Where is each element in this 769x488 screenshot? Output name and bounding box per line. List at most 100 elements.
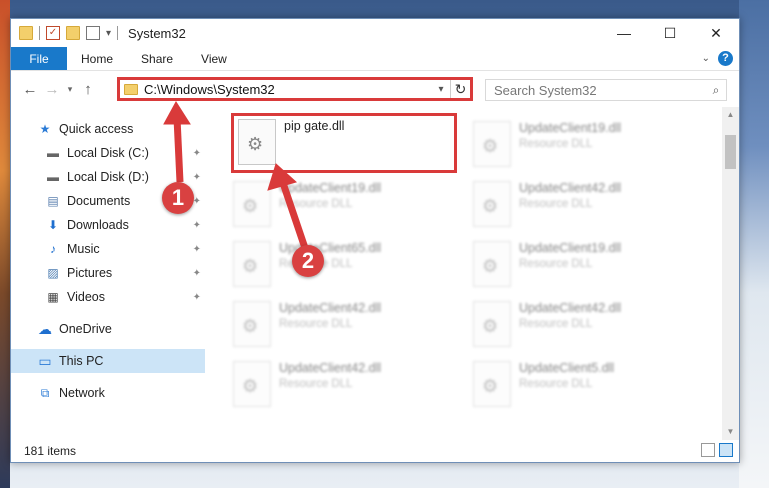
pin-icon[interactable]: ✦ — [193, 148, 201, 159]
sidebar-item-label: Network — [59, 386, 105, 400]
sidebar-item-quick-access[interactable]: ★ Quick access — [11, 117, 205, 141]
chevron-down-icon[interactable]: ▾ — [106, 28, 111, 39]
dll-file-icon — [473, 121, 511, 167]
help-icon[interactable]: ? — [718, 51, 733, 66]
back-button[interactable]: ← — [19, 78, 41, 100]
drive-icon: ▬ — [47, 146, 59, 160]
sidebar-item-label: Local Disk (C:) — [67, 146, 149, 160]
file-type: Resource DLL — [279, 378, 353, 390]
main-pane: ★ Quick access ▬ Local Disk (C:) ✦ ▬ Loc… — [11, 107, 739, 440]
address-path[interactable]: C:\Windows\System32 — [144, 82, 432, 97]
file-item[interactable]: UpdateClient19.dll Resource DLL — [473, 241, 673, 291]
tab-share[interactable]: Share — [127, 47, 187, 70]
computer-icon: ▭ — [38, 352, 52, 369]
vertical-scrollbar[interactable]: ▲ ▼ — [722, 107, 739, 440]
desktop-background-right — [739, 0, 769, 488]
details-view-icon[interactable] — [701, 443, 715, 457]
dll-file-icon — [238, 119, 276, 165]
download-icon: ⬇ — [47, 218, 59, 232]
window-title: System32 — [128, 25, 186, 41]
file-item[interactable]: UpdateClient65.dll Resource DLL — [233, 241, 433, 291]
callout-number-1: 1 — [162, 182, 194, 214]
large-icons-view-icon[interactable] — [719, 443, 733, 457]
folder-icon — [124, 83, 138, 95]
pin-icon[interactable]: ✦ — [193, 292, 201, 303]
sidebar-item-label: Pictures — [67, 266, 113, 280]
expand-ribbon-icon[interactable]: ⌄ — [702, 53, 710, 64]
callout-number-2: 2 — [292, 245, 324, 277]
sidebar-item-label: This PC — [59, 354, 104, 368]
search-icon: ⌕ — [712, 82, 720, 97]
dll-file-icon — [233, 241, 271, 287]
tab-file[interactable]: File — [11, 47, 67, 70]
search-input[interactable]: Search System32 — [494, 83, 706, 98]
file-name: UpdateClient5.dll — [519, 361, 615, 375]
pictures-icon: ▨ — [47, 266, 59, 280]
address-bar[interactable]: C:\Windows\System32 ▾ ↻ — [117, 77, 473, 101]
sidebar-item-label: Documents — [67, 194, 131, 208]
sidebar-item-music[interactable]: ♪ Music ✦ — [11, 237, 205, 261]
status-bar: 181 items — [11, 440, 739, 462]
file-item-pip-gate[interactable]: pip gate.dll — [231, 113, 457, 173]
tab-home[interactable]: Home — [67, 47, 127, 70]
pin-icon[interactable]: ✦ — [193, 268, 201, 279]
ribbon-tabs: File Home Share View ⌄ ? — [11, 47, 739, 71]
music-icon: ♪ — [50, 242, 56, 256]
search-box[interactable]: Search System32 ⌕ — [485, 79, 727, 101]
file-item[interactable]: UpdateClient42.dll Resource DLL — [473, 301, 673, 351]
sidebar-item-local-disk-c[interactable]: ▬ Local Disk (C:) ✦ — [11, 141, 205, 165]
file-explorer-window: ✓ ▾ System32 — ☐ ✕ File Home Share View … — [10, 18, 740, 463]
dll-file-icon — [473, 301, 511, 347]
sidebar-item-label: Videos — [67, 290, 105, 304]
sidebar-item-label: Local Disk (D:) — [67, 170, 149, 184]
file-type: Resource DLL — [279, 318, 353, 330]
up-button[interactable]: ↑ — [77, 78, 99, 100]
sidebar-item-onedrive[interactable]: ☁ OneDrive — [11, 317, 205, 341]
properties-check-icon[interactable]: ✓ — [46, 26, 60, 40]
file-item[interactable]: UpdateClient42.dll Resource DLL — [233, 361, 433, 411]
pin-icon[interactable]: ✦ — [193, 244, 201, 255]
address-dropdown-icon[interactable]: ▾ — [432, 84, 450, 95]
sidebar-item-videos[interactable]: ▦ Videos ✦ — [11, 285, 205, 309]
sidebar-item-downloads[interactable]: ⬇ Downloads ✦ — [11, 213, 205, 237]
file-item[interactable]: UpdateClient5.dll Resource DLL — [473, 361, 673, 411]
divider — [39, 26, 40, 40]
maximize-button[interactable]: ☐ — [647, 19, 693, 47]
videos-icon: ▦ — [47, 290, 59, 304]
forward-button[interactable]: → — [41, 78, 63, 100]
close-button[interactable]: ✕ — [693, 19, 739, 47]
sidebar-item-label: Music — [67, 242, 100, 256]
sidebar-item-pictures[interactable]: ▨ Pictures ✦ — [11, 261, 205, 285]
refresh-icon[interactable]: ↻ — [450, 80, 470, 98]
pin-icon[interactable]: ✦ — [193, 172, 201, 183]
scrollbar-thumb[interactable] — [725, 135, 736, 169]
scroll-up-icon[interactable]: ▲ — [722, 107, 739, 123]
star-icon: ★ — [39, 122, 51, 136]
dll-file-icon — [233, 361, 271, 407]
network-icon: ⧉ — [40, 385, 50, 400]
item-count: 181 items — [24, 444, 77, 458]
tab-view[interactable]: View — [187, 47, 241, 70]
pin-icon[interactable]: ✦ — [193, 220, 201, 231]
new-folder-icon[interactable] — [66, 26, 80, 40]
file-item[interactable]: UpdateClient42.dll Resource DLL — [233, 301, 433, 351]
recent-locations-button[interactable]: ▾ — [63, 78, 77, 100]
file-item[interactable]: UpdateClient19.dll Resource DLL — [233, 181, 433, 231]
title-bar: ✓ ▾ System32 — ☐ ✕ — [11, 19, 739, 47]
minimize-button[interactable]: — — [601, 19, 647, 47]
file-item[interactable]: UpdateClient42.dll Resource DLL — [473, 181, 673, 231]
customize-toolbar-icon[interactable] — [86, 26, 100, 40]
sidebar-item-this-pc[interactable]: ▭ This PC — [11, 349, 205, 373]
file-name: UpdateClient19.dll — [519, 121, 622, 135]
scroll-down-icon[interactable]: ▼ — [722, 424, 739, 440]
file-type: Resource DLL — [519, 378, 593, 390]
file-name: UpdateClient19.dll — [519, 241, 622, 255]
file-item[interactable]: UpdateClient19.dll Resource DLL — [473, 121, 673, 171]
dll-file-icon — [473, 241, 511, 287]
file-name: UpdateClient42.dll — [279, 361, 382, 375]
sidebar-item-network[interactable]: ⧉ Network — [11, 381, 205, 405]
documents-icon: ▤ — [47, 194, 59, 208]
file-name: UpdateClient19.dll — [279, 181, 382, 195]
file-type: Resource DLL — [519, 138, 593, 150]
